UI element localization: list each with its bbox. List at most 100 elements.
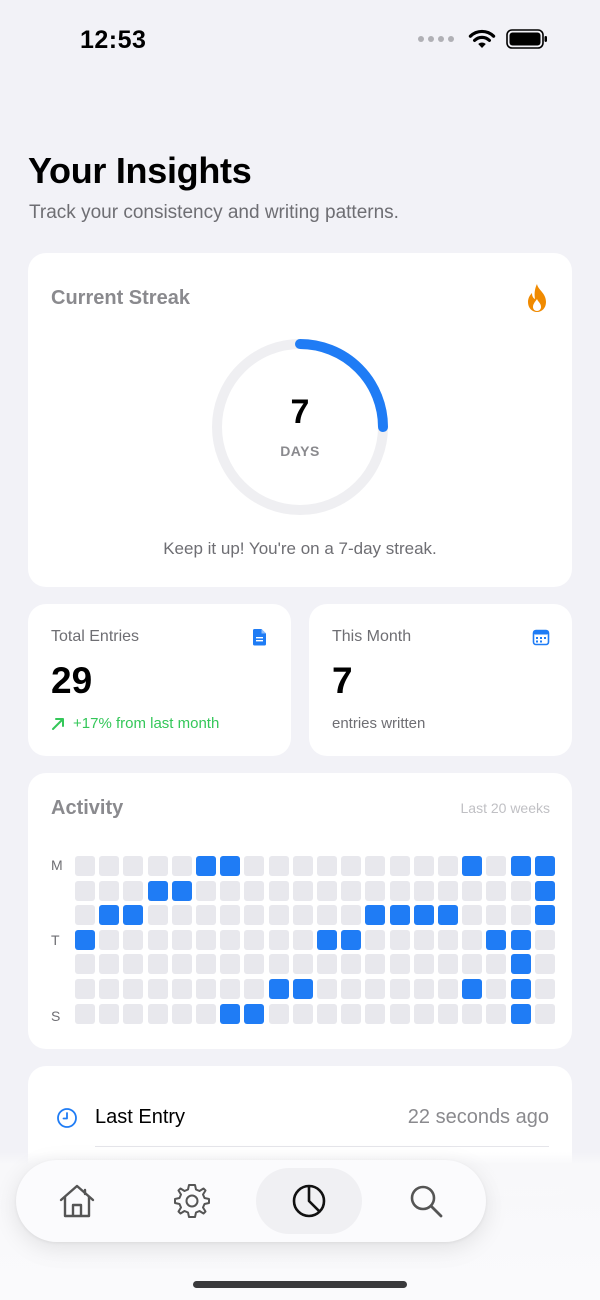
activity-cell [365,856,386,876]
activity-cell [220,979,241,999]
gear-icon [174,1184,210,1218]
activity-cell [365,1003,386,1024]
activity-cell [534,979,555,999]
trend-up-icon [52,717,64,730]
activity-cell [244,856,265,876]
activity-cell [244,954,265,975]
activity-cell [365,979,386,999]
activity-cell [123,1003,144,1024]
activity-range: Last 20 weeks [460,800,551,816]
activity-cell [99,1003,120,1024]
activity-cell [438,929,458,950]
activity-cell-active [534,856,555,876]
this-month-caption: entries written [332,715,426,732]
activity-cell [171,954,192,975]
tab-insights[interactable] [256,1168,362,1234]
activity-cell [317,954,337,975]
signal-icon [418,36,454,42]
activity-cell [268,954,289,975]
activity-cell-active [462,979,483,999]
status-time: 12:53 [80,26,147,54]
activity-cell [220,954,241,975]
activity-cell [171,979,192,999]
activity-cell [341,880,362,901]
activity-cell [196,905,216,926]
activity-cell [75,954,95,975]
activity-cell [534,929,555,950]
activity-cell-active [171,880,192,901]
activity-cell [75,905,95,926]
activity-cell-active [220,1003,241,1024]
activity-cell [292,905,313,926]
activity-cell [196,929,216,950]
activity-cell [75,979,95,999]
activity-title: Activity [51,797,124,819]
activity-cell-active [244,1003,265,1024]
activity-cell [220,905,241,926]
activity-cell [147,954,168,975]
streak-value: 7 [290,393,310,431]
activity-cell-active [413,905,434,926]
tab-bar [16,1160,486,1242]
activity-cell [413,979,434,999]
activity-cell [244,979,265,999]
activity-cell [389,880,410,901]
activity-cell [171,856,192,876]
activity-cell [244,929,265,950]
activity-cell [341,954,362,975]
tab-search[interactable] [373,1168,479,1234]
activity-cell [99,954,120,975]
activity-cell [292,880,313,901]
activity-cell [292,954,313,975]
activity-cell [292,1003,313,1024]
activity-cell [123,929,144,950]
total-entries-card: Total Entries 29 +17% from last month [28,604,291,756]
activity-cell-active [510,929,531,950]
activity-cell [99,856,120,876]
activity-cell [317,856,337,876]
activity-cell [413,1003,434,1024]
activity-cell [75,1003,95,1024]
activity-cell [147,905,168,926]
activity-cell [171,905,192,926]
activity-cell [99,979,120,999]
activity-cell-active [389,905,410,926]
activity-cell [147,1003,168,1024]
document-icon [253,629,266,646]
activity-cell [462,929,483,950]
activity-cell [534,1003,555,1024]
activity-cell [123,856,144,876]
activity-cell [75,856,95,876]
activity-cell [147,929,168,950]
activity-cell [389,856,410,876]
activity-cell-active [510,856,531,876]
page-title: Your Insights [28,150,252,191]
activity-cell [462,1003,483,1024]
activity-cell [317,905,337,926]
activity-cell [147,979,168,999]
activity-cell [317,880,337,901]
activity-cell-active [341,929,362,950]
activity-cell-active [462,856,483,876]
this-month-value: 7 [332,660,353,701]
pie-chart-icon [292,1184,326,1218]
last-entry-value: 22 seconds ago [407,1106,549,1128]
this-month-card: This Month 7 entries written [309,604,572,756]
activity-cell [341,856,362,876]
status-bar: 12:53 [0,0,600,82]
tab-home[interactable] [24,1168,130,1234]
activity-cell-active [196,856,216,876]
streak-message: Keep it up! You're on a 7-day streak. [163,539,437,558]
activity-cell-active [365,905,386,926]
activity-cell [486,979,507,999]
tab-settings[interactable] [139,1168,245,1234]
streak-card: Current Streak 7 DAYS Keep it up! You're… [28,253,572,587]
activity-cell [268,880,289,901]
activity-cell-active [147,880,168,901]
total-entries-value: 29 [51,660,93,701]
activity-cell [486,1003,507,1024]
total-entries-change-text: +17% from last month [73,715,220,732]
activity-cell [534,954,555,975]
activity-cell-active [268,979,289,999]
activity-cell-active [510,979,531,999]
